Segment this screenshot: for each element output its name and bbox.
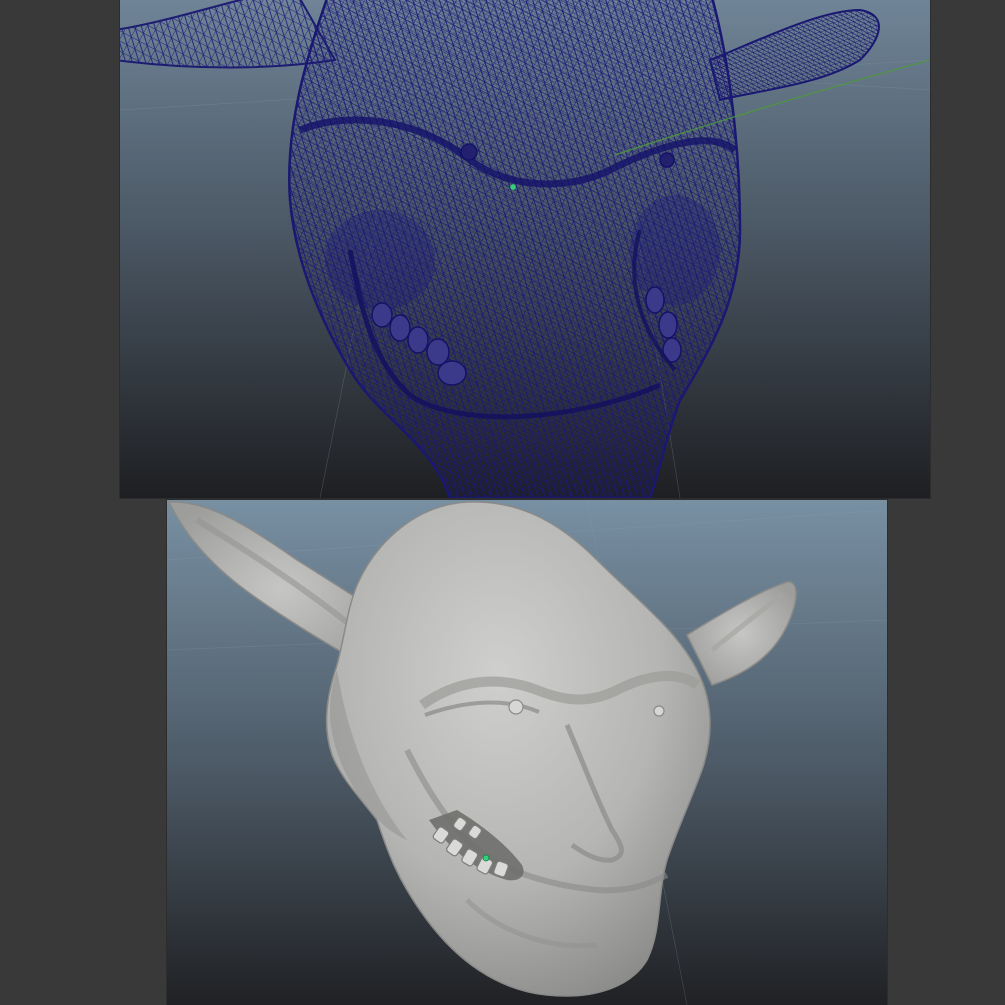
right-eye	[659, 152, 675, 168]
shaded-viewport[interactable]	[167, 500, 887, 1005]
wireframe-viewport[interactable]	[120, 0, 930, 498]
wireframe-scene	[120, 0, 930, 498]
right-eye	[653, 705, 665, 717]
left-eye	[508, 699, 524, 715]
app-window	[0, 0, 1005, 1005]
pivot-point-icon[interactable]	[510, 184, 516, 190]
pivot-point-icon[interactable]	[482, 854, 490, 862]
shaded-scene	[167, 500, 887, 1005]
left-eye	[460, 143, 478, 161]
